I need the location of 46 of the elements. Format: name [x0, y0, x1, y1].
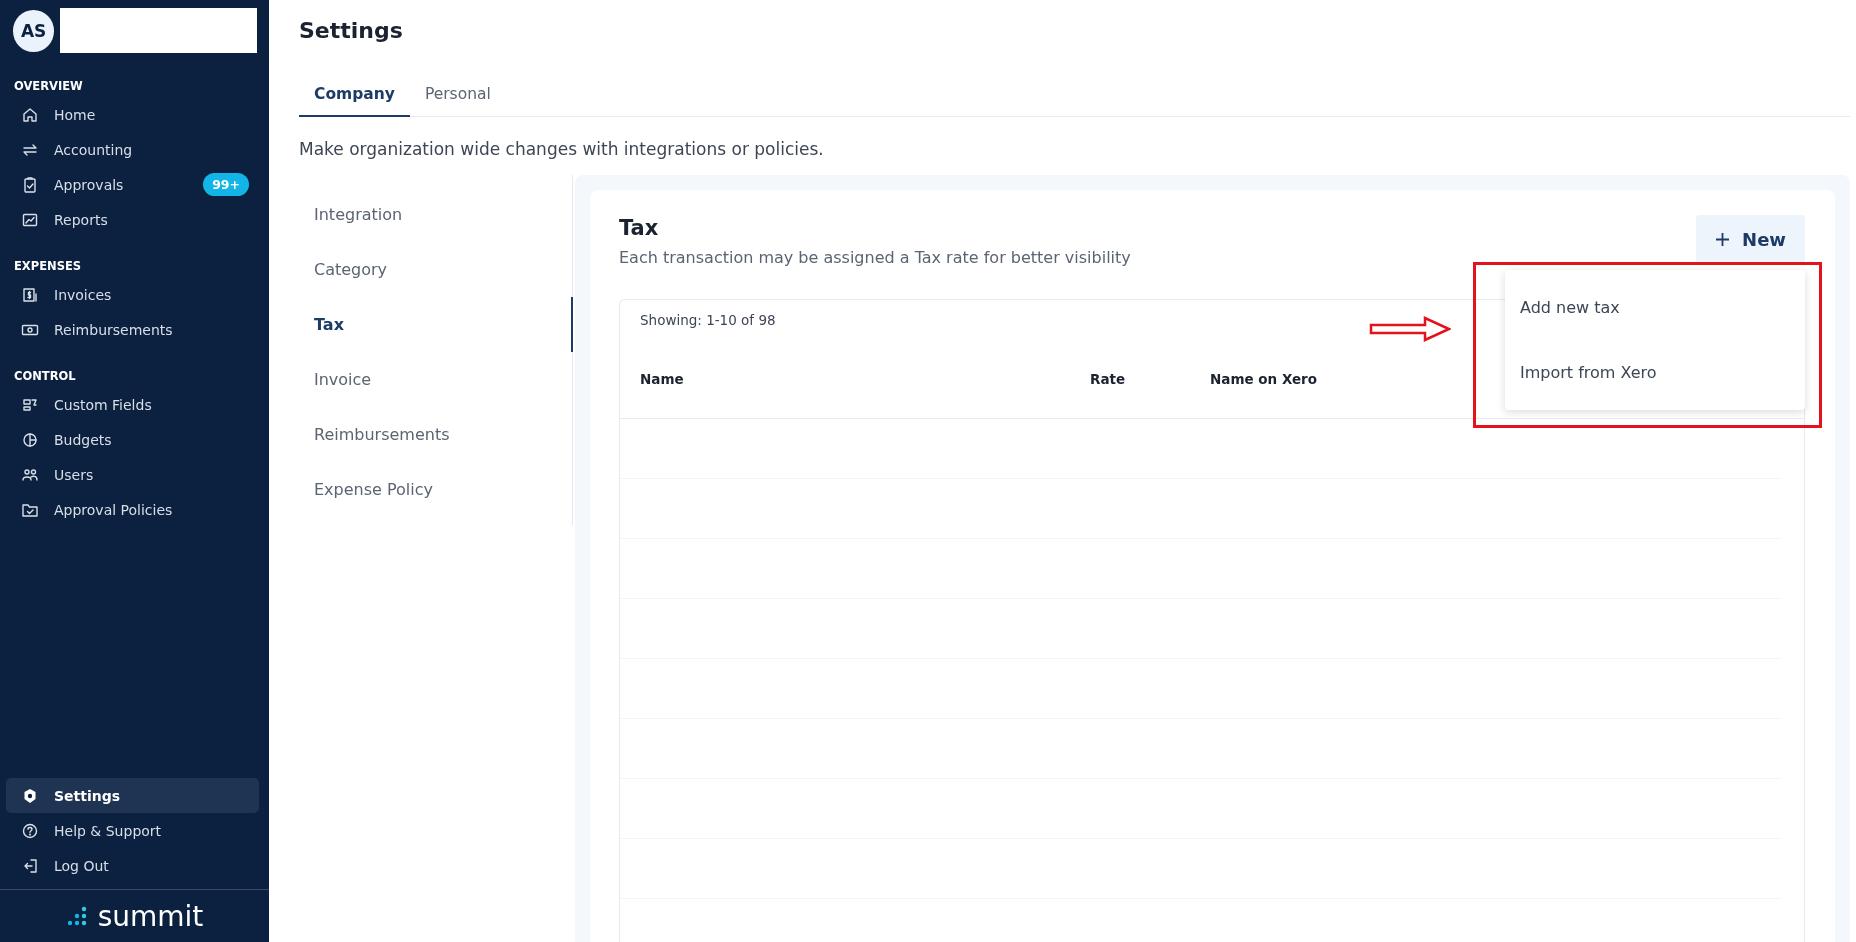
section-heading: CONTROL: [13, 369, 77, 383]
plus-icon: [1715, 231, 1731, 247]
settings-nav-item[interactable]: Reimbursements: [299, 407, 573, 462]
logo-text: summit: [97, 899, 204, 933]
sidebar-item[interactable]: Home: [6, 97, 259, 132]
user-avatar[interactable]: AS: [13, 9, 55, 52]
receipt-icon: [21, 285, 39, 304]
sidebar-item[interactable]: Budgets: [6, 422, 259, 457]
sidebar-item[interactable]: Approvals 99+: [6, 167, 259, 202]
settings-nav-item[interactable]: Tax: [299, 297, 573, 352]
column-header: Name: [640, 370, 684, 387]
count-badge: 99+: [203, 173, 249, 196]
help-icon: [21, 821, 39, 840]
clipboard-check-icon: [21, 175, 39, 194]
sidebar-item[interactable]: Accounting: [6, 132, 259, 167]
pie-icon: [21, 430, 39, 449]
tab[interactable]: Personal: [409, 85, 506, 117]
settings-nav-item[interactable]: Category: [299, 242, 573, 297]
settings-nav-item[interactable]: Invoice: [299, 352, 573, 407]
column-header: Name on Xero: [1210, 370, 1318, 387]
settings-nav-item[interactable]: Expense Policy: [299, 462, 573, 517]
sidebar-item[interactable]: Reimbursements: [6, 312, 259, 347]
sidebar-item[interactable]: Invoices: [6, 277, 259, 312]
sidebar-item[interactable]: Approval Policies: [6, 492, 259, 527]
menu-item[interactable]: Import from Xero: [1505, 340, 1805, 405]
sidebar-item[interactable]: Reports: [6, 202, 259, 237]
sidebar-item[interactable]: Log Out: [6, 848, 259, 883]
section-heading: EXPENSES: [13, 259, 83, 273]
card-title: Tax: [619, 216, 660, 240]
section-heading: OVERVIEW: [13, 79, 84, 93]
menu-item[interactable]: Add new tax: [1505, 275, 1805, 340]
new-button[interactable]: New: [1696, 215, 1805, 263]
home-icon: [21, 105, 39, 124]
arrow-icon: [1369, 316, 1451, 342]
card-description: Each transaction may be assigned a Tax rate for better visibility: [619, 248, 1131, 267]
settings-nav-item[interactable]: Integration: [299, 187, 573, 242]
tab[interactable]: Company: [299, 85, 410, 117]
page-title: Settings: [299, 18, 404, 43]
column-header: Rate: [1090, 370, 1126, 387]
logout-icon: [21, 856, 39, 875]
showing-count: Showing: 1-10 of 98: [640, 312, 776, 330]
page-description: Make organization wide changes with integrations or policies.: [299, 139, 825, 159]
sidebar-item[interactable]: Custom Fields: [6, 387, 259, 422]
sidebar-item[interactable]: Help & Support: [6, 813, 259, 848]
sidebar-item[interactable]: Users: [6, 457, 259, 492]
sidebar-item[interactable]: Settings: [6, 778, 259, 813]
